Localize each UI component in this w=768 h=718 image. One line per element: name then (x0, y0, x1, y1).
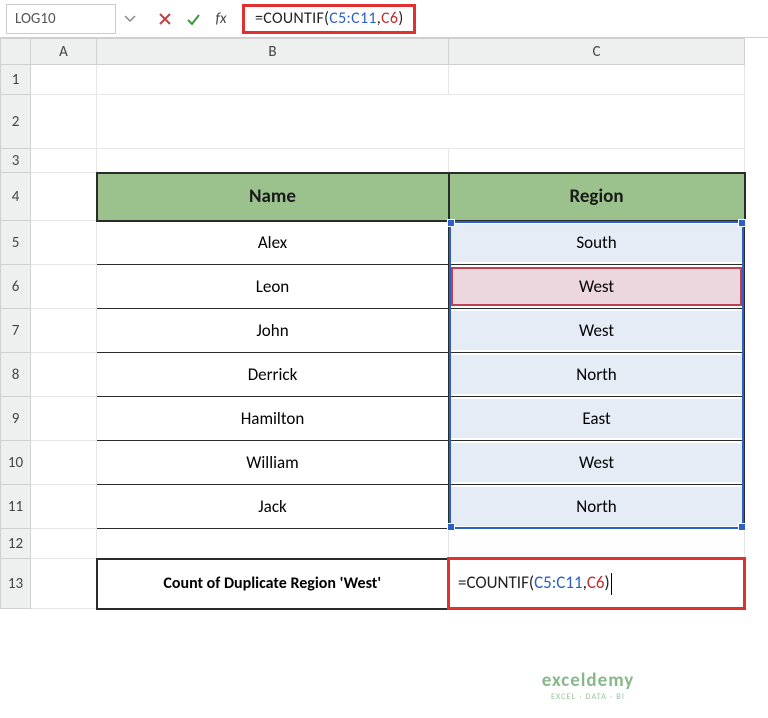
row-header-3[interactable]: 3 (1, 149, 31, 173)
row-header-10[interactable]: 10 (1, 441, 31, 485)
row-header-11[interactable]: 11 (1, 485, 31, 529)
spreadsheet-grid[interactable]: A B C 1 2 Use of COUNTIF Function 3 4 Na… (0, 38, 768, 610)
cell-c12[interactable] (449, 529, 745, 559)
cell-c10[interactable]: West (449, 441, 745, 485)
cell-a12[interactable] (31, 529, 97, 559)
cell-c13-active[interactable]: =COUNTIF(C5:C11,C6) (449, 559, 745, 609)
cell-a7[interactable] (31, 309, 97, 353)
cell-c5[interactable]: South (449, 221, 745, 265)
cell-a4[interactable] (31, 173, 97, 221)
cell-b7[interactable]: John (97, 309, 449, 353)
header-region[interactable]: Region (449, 173, 745, 221)
cell-b12[interactable] (97, 529, 449, 559)
name-box-dropdown[interactable] (116, 4, 144, 34)
cell-b9[interactable]: Hamilton (97, 397, 449, 441)
cell-a8[interactable] (31, 353, 97, 397)
row-header-13[interactable]: 13 (1, 559, 31, 609)
watermark: exceldemy EXCEL · DATA · BI (518, 669, 658, 702)
cell-c11[interactable]: North (449, 485, 745, 529)
name-box[interactable]: LOG10 (6, 4, 116, 34)
select-all-corner[interactable] (1, 39, 31, 65)
col-header-a[interactable]: A (31, 39, 97, 65)
cell-a3[interactable] (31, 149, 97, 173)
cell-a5[interactable] (31, 221, 97, 265)
chevron-down-icon (124, 13, 136, 25)
row-header-1[interactable]: 1 (1, 65, 31, 95)
row-header-2[interactable]: 2 (1, 95, 31, 149)
cell-c9[interactable]: East (449, 397, 745, 441)
formula-bar: LOG10 fx =COUNTIF(C5:C11,C6) (0, 0, 768, 38)
cell-b3[interactable] (97, 149, 449, 173)
col-header-b[interactable]: B (97, 39, 449, 65)
cell-b6[interactable]: Leon (97, 265, 449, 309)
cell-a6[interactable] (31, 265, 97, 309)
cell-b8[interactable]: Derrick (97, 353, 449, 397)
row-header-6[interactable]: 6 (1, 265, 31, 309)
cell-b1[interactable] (97, 65, 449, 95)
title-banner[interactable]: Use of COUNTIF Function (97, 95, 745, 149)
cell-c8[interactable]: North (449, 353, 745, 397)
name-box-value: LOG10 (15, 10, 56, 28)
cancel-icon[interactable] (154, 8, 176, 30)
row-header-8[interactable]: 8 (1, 353, 31, 397)
cell-c3[interactable] (449, 149, 745, 173)
row-header-9[interactable]: 9 (1, 397, 31, 441)
cell-b11[interactable]: Jack (97, 485, 449, 529)
header-name[interactable]: Name (97, 173, 449, 221)
col-header-c[interactable]: C (449, 39, 745, 65)
cell-a9[interactable] (31, 397, 97, 441)
enter-icon[interactable] (182, 8, 204, 30)
fx-icon[interactable]: fx (210, 8, 232, 30)
cell-a1[interactable] (31, 65, 97, 95)
cell-b5[interactable]: Alex (97, 221, 449, 265)
row-header-4[interactable]: 4 (1, 173, 31, 221)
cell-c1[interactable] (449, 65, 745, 95)
cell-c6[interactable]: West (449, 265, 745, 309)
cell-a13[interactable] (31, 559, 97, 609)
formula-input[interactable]: =COUNTIF(C5:C11,C6) (242, 4, 416, 34)
cell-c7[interactable]: West (449, 309, 745, 353)
row-header-5[interactable]: 5 (1, 221, 31, 265)
cell-a2[interactable] (31, 95, 97, 149)
cell-b10[interactable]: William (97, 441, 449, 485)
row-header-12[interactable]: 12 (1, 529, 31, 559)
cell-b13[interactable]: Count of Duplicate Region 'West' (97, 559, 449, 609)
row-header-7[interactable]: 7 (1, 309, 31, 353)
cell-a11[interactable] (31, 485, 97, 529)
cell-a10[interactable] (31, 441, 97, 485)
